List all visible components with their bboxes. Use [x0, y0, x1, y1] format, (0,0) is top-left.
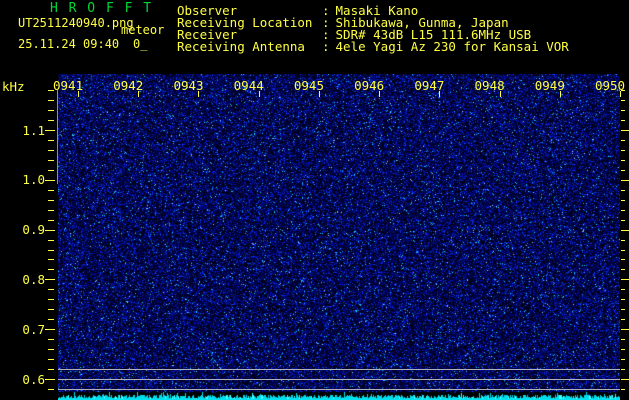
hrofft-screen: H R O F F T UT2511240940.png meteor 25.1… [0, 0, 629, 400]
freq-tick-left [48, 269, 54, 271]
freq-tick-right [621, 279, 629, 281]
freq-tick-right [621, 139, 625, 141]
freq-tick-right [621, 269, 625, 271]
freq-tick-left [48, 189, 54, 191]
freq-tick-right [621, 149, 625, 151]
freq-tick-right [621, 199, 625, 201]
freq-tick-right [621, 229, 629, 231]
freq-tick-left [48, 169, 54, 171]
freq-tick-right [621, 379, 629, 380]
freq-tick-right [621, 388, 625, 390]
freq-tick-left [45, 130, 55, 131]
freq-tick-right [621, 239, 625, 241]
freq-tick-right [621, 179, 629, 181]
freq-tick-left [48, 359, 54, 361]
plot-left-edge-line [57, 90, 58, 184]
filename-label: UT2511240940.png [18, 16, 134, 30]
time-tick-label: 0942 [113, 78, 144, 93]
time-tick-label: 0945 [293, 78, 324, 93]
freq-tick-right [621, 289, 625, 291]
freq-tick-right [621, 100, 625, 102]
freq-tick-left [48, 199, 54, 201]
freq-tick-left [48, 100, 54, 102]
reference-line [58, 379, 620, 380]
freq-tick-right [621, 189, 625, 191]
spectrogram-canvas [58, 74, 620, 400]
time-tick-label: 0946 [354, 78, 385, 93]
time-tick-label: 0944 [233, 78, 264, 93]
station-info-table: Observer: Masaki Kano Receiving Location: S… [177, 4, 569, 54]
freq-tick-right [621, 120, 625, 122]
freq-tick-left [48, 149, 54, 151]
freq-tick-right [621, 329, 629, 331]
freq-tick-right [621, 359, 625, 361]
reference-line [58, 388, 620, 390]
freq-tick-right [621, 369, 625, 371]
freq-tick-left [48, 249, 54, 251]
freq-tick-left [48, 349, 54, 351]
freq-tick-right [621, 219, 625, 221]
freq-tick-left [48, 259, 54, 261]
freq-tick-left [48, 319, 54, 321]
info-value: 4ele Yagi Az 230 for Kansai VOR [335, 39, 569, 54]
time-tick-label: 0950 [594, 78, 626, 93]
info-separator: : [322, 39, 330, 54]
info-label: Receiving Antenna [177, 39, 305, 54]
freq-tick-right [621, 349, 625, 351]
freq-tick-right [621, 309, 625, 311]
time-tick-label: 0949 [534, 78, 565, 93]
freq-tick-right [621, 159, 625, 161]
freq-tick-left [48, 309, 54, 311]
freq-tick-label: 0.7 [22, 321, 45, 337]
freq-tick-right [621, 249, 625, 251]
freq-tick-label: 1.0 [22, 172, 45, 188]
freq-tick-left [48, 120, 54, 122]
freq-tick-right [621, 209, 625, 211]
freq-tick-left [48, 369, 54, 371]
freq-tick-left [48, 339, 54, 341]
freq-tick-label: 0.8 [22, 271, 45, 287]
freq-tick-right [621, 169, 625, 171]
datetime-label: 25.11.24 09:40 [18, 37, 120, 51]
echo-count-label: 0_ [133, 37, 148, 51]
reference-line [58, 369, 620, 371]
freq-tick-right [621, 299, 625, 301]
freq-tick-left [45, 329, 55, 331]
station-info-row: Receiving Antenna:4ele Yagi Az 230 for K… [177, 39, 569, 54]
freq-tick-right [621, 259, 625, 261]
freq-tick-label: 1.1 [22, 122, 45, 138]
freq-tick-left [48, 139, 54, 141]
freq-tick-label: 0.9 [22, 222, 45, 238]
freq-tick-left [48, 110, 54, 112]
freq-tick-right [621, 319, 625, 321]
freq-tick-left [48, 219, 54, 221]
freq-tick-label: 0.6 [22, 371, 45, 387]
freq-tick-left [48, 289, 54, 291]
freq-tick-right [621, 130, 629, 131]
time-tick-label: 0947 [414, 78, 445, 93]
app-title: H R O F F T [50, 1, 153, 16]
freq-tick-left [45, 229, 55, 231]
meteor-overlay-label: meteor [121, 23, 165, 37]
time-tick-label: 0948 [474, 78, 505, 93]
freq-tick-left [48, 159, 54, 161]
freq-unit-label: kHz [2, 79, 25, 94]
freq-tick-right [621, 110, 625, 112]
freq-tick-left [48, 239, 54, 241]
time-tick-label: 0943 [173, 78, 204, 93]
freq-tick-left [45, 279, 55, 281]
freq-tick-left [45, 379, 55, 380]
freq-tick-left [48, 209, 54, 211]
freq-tick-left [48, 299, 54, 301]
freq-tick-left [48, 388, 54, 390]
freq-tick-left [45, 179, 55, 181]
freq-tick-right [621, 339, 625, 341]
